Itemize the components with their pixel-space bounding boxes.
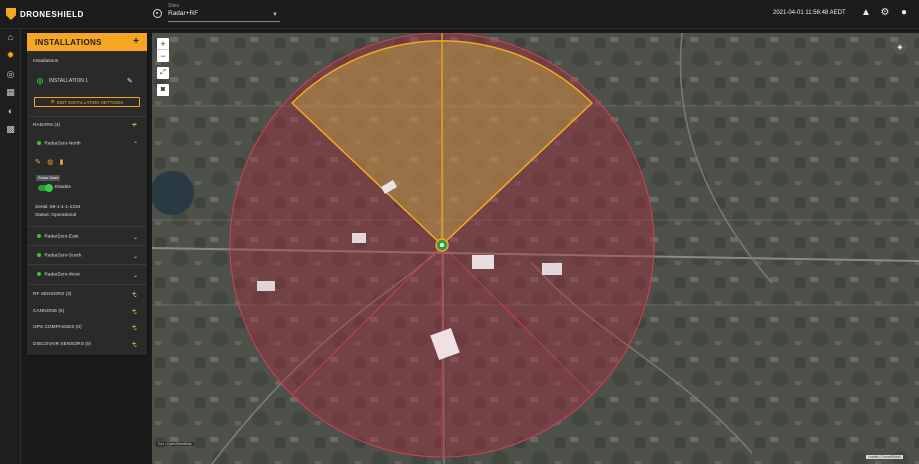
chevron-down-icon[interactable]: ⌄ xyxy=(133,342,138,349)
map-attribution-left: Esri | OpenStreetMap xyxy=(156,442,194,446)
installation-item[interactable]: INSTALLATION 1 ✎ xyxy=(27,75,147,87)
site-select-label: Sites xyxy=(168,3,180,9)
chevron-down-icon[interactable]: ⌄ xyxy=(133,234,138,241)
fullscreen-button[interactable]: ⤢ xyxy=(157,67,169,79)
pencil-icon[interactable]: ✎ xyxy=(35,159,41,166)
installation-status-icon xyxy=(37,78,43,84)
panel-divider xyxy=(27,226,147,227)
zoom-out-button[interactable]: − xyxy=(157,50,169,62)
top-bar: DRONESHIELD Sites Radar+RF ▼ 2021-04-01 … xyxy=(0,0,919,29)
status-dot xyxy=(37,253,41,257)
status-dot xyxy=(37,272,41,276)
status-dot xyxy=(37,141,41,145)
chevron-up-icon[interactable]: ⌃ xyxy=(133,141,138,148)
grid-icon[interactable]: ▩ xyxy=(5,124,16,135)
panel-header: INSTALLATIONS + xyxy=(27,33,147,51)
radar-north-name: RadarZero-North xyxy=(44,141,81,147)
radar-mask-tooltip: Radar Mask xyxy=(36,175,61,181)
cannons-label: CANNONS (5) xyxy=(33,309,65,314)
site-select-value: Radar+RF xyxy=(168,10,199,17)
radar-south-name: RadarZero-South xyxy=(44,253,82,259)
brand-logo: DRONESHIELD xyxy=(6,8,84,20)
radar-east-name: RadarZero-East xyxy=(44,234,79,240)
radar-action-row: ✎ ◍ ▮ xyxy=(27,158,147,168)
chevron-down-icon[interactable]: ⌄ xyxy=(133,292,138,299)
radar-status: Status: Operational xyxy=(35,213,77,218)
installations-panel: INSTALLATIONS + Installations INSTALLATI… xyxy=(27,33,147,355)
gps-compasses-section[interactable]: GPS COMPASSES (0) + ⌄ xyxy=(27,324,147,333)
target-icon[interactable]: ◎ xyxy=(5,69,16,80)
discovair-sensors-section[interactable]: DISCOVAIR SENSORS (0) + ⌄ xyxy=(27,341,147,350)
gear-icon[interactable]: ⚙ xyxy=(879,7,891,19)
layers-icon: ◈ xyxy=(897,44,903,51)
datetime-display: 2021-04-01 11:56:48 AEDT xyxy=(773,10,846,16)
map-building xyxy=(257,281,275,291)
panel-divider xyxy=(27,264,147,265)
expand-icon: ⤢ xyxy=(160,69,166,76)
add-installation-button[interactable]: + xyxy=(133,37,139,47)
panel-title: INSTALLATIONS xyxy=(35,37,102,47)
gps-compasses-label: GPS COMPASSES (0) xyxy=(33,325,82,330)
site-target-icon xyxy=(153,9,162,18)
settings-icon[interactable]: ✹ xyxy=(5,50,16,61)
map-building xyxy=(542,263,562,275)
zoom-in-button[interactable]: + xyxy=(157,38,169,50)
trash-icon[interactable]: ▮ xyxy=(60,159,64,166)
installations-label-row: Installations xyxy=(27,59,147,64)
layers-button[interactable]: ◈ xyxy=(893,41,907,55)
radars-label: RADARS (4) xyxy=(33,123,61,128)
chevron-down-icon: ▼ xyxy=(272,12,278,18)
edit-installation-settings-label: EDIT INSTALLATION SETTINGS xyxy=(56,99,124,105)
camera-icon: ◙ xyxy=(160,86,166,93)
map-view[interactable] xyxy=(152,33,919,464)
map-building xyxy=(472,255,494,269)
radar-item-south[interactable]: RadarZero-South ⌄ xyxy=(27,253,147,261)
edit-installation-settings-button[interactable]: ⚙ EDIT INSTALLATION SETTINGS xyxy=(34,97,140,107)
installations-label: Installations xyxy=(33,59,59,64)
map-canvas xyxy=(152,33,919,464)
rf-sensors-section[interactable]: RF SENSORS (3) + ⌄ xyxy=(27,291,147,300)
status-dot xyxy=(37,234,41,238)
site-select[interactable]: Radar+RF ▼ xyxy=(168,10,280,22)
installation-name: INSTALLATION 1 xyxy=(49,78,88,84)
disable-label: Disable xyxy=(55,185,71,190)
chevron-down-icon[interactable]: ⌄ xyxy=(133,309,138,316)
panel-divider xyxy=(27,245,147,246)
gear-small-icon: ⚙ xyxy=(50,99,55,104)
chevron-down-icon[interactable]: ⌄ xyxy=(133,325,138,332)
user-icon[interactable]: ● xyxy=(898,7,910,19)
chart-icon[interactable]: ◐ xyxy=(5,106,16,117)
map-lake xyxy=(152,171,194,215)
brand-name: DRONESHIELD xyxy=(20,9,84,19)
left-nav-rail: ⌂ ✹ ◎ ▦ ◐ ▩ xyxy=(0,29,21,464)
map-attribution-right[interactable]: Leaflet | DroneShield xyxy=(866,455,903,459)
radar-mask-icon[interactable]: ◍ xyxy=(47,159,53,166)
map-building xyxy=(352,233,366,243)
radar-item-north[interactable]: RadarZero-North ⌃ xyxy=(27,141,147,149)
radar-west-name: RadarZero-West xyxy=(44,272,80,278)
shield-logo-icon xyxy=(6,8,16,20)
cannons-section[interactable]: CANNONS (5) + ⌄ xyxy=(27,308,147,317)
disable-toggle[interactable] xyxy=(38,183,53,192)
panel-divider xyxy=(27,116,147,117)
map-icon[interactable]: ▦ xyxy=(5,87,16,98)
radars-section-header[interactable]: RADARS (4) + ⌃ xyxy=(27,122,147,131)
pencil-icon[interactable]: ✎ xyxy=(127,77,133,85)
radar-marker-center xyxy=(440,243,444,247)
discovair-sensors-label: DISCOVAIR SENSORS (0) xyxy=(33,342,92,347)
screenshot-button[interactable]: ◙ xyxy=(157,84,169,96)
radar-item-west[interactable]: RadarZero-West ⌄ xyxy=(27,272,147,280)
alert-icon[interactable]: ▲ xyxy=(860,7,872,19)
radar-serial: Serial: 59-1-1-1-1234 xyxy=(35,205,81,210)
radar-item-east[interactable]: RadarZero-East ⌄ xyxy=(27,234,147,242)
chevron-down-icon[interactable]: ⌄ xyxy=(133,253,138,260)
chevron-down-icon[interactable]: ⌄ xyxy=(133,272,138,279)
zoom-control: + − xyxy=(157,38,169,62)
chevron-up-icon[interactable]: ⌃ xyxy=(133,123,138,130)
rf-sensors-label: RF SENSORS (3) xyxy=(33,292,72,297)
panel-divider xyxy=(27,284,147,285)
home-icon[interactable]: ⌂ xyxy=(5,32,16,43)
